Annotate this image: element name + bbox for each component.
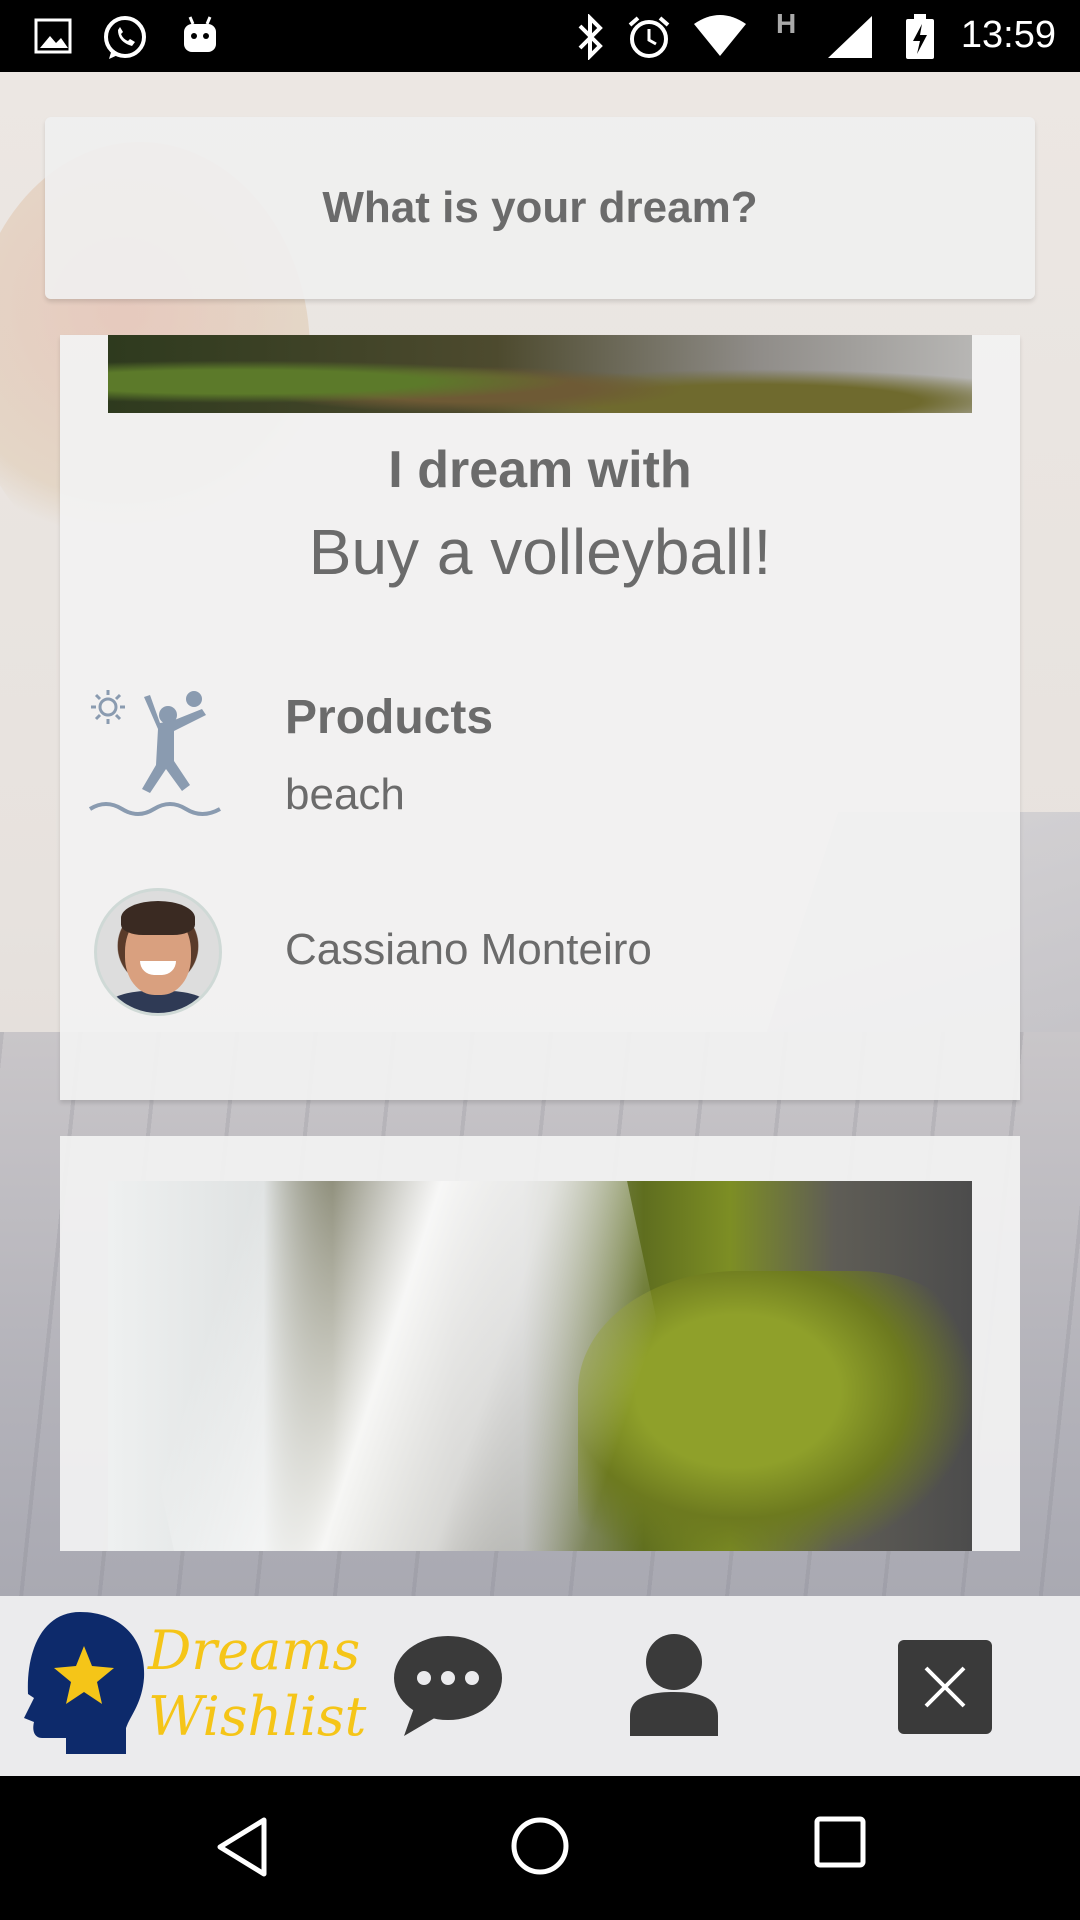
chat-icon[interactable] <box>392 1634 504 1736</box>
wifi-icon <box>694 15 746 56</box>
category-label: Products <box>285 691 494 744</box>
category-value: beach <box>285 770 405 819</box>
logo-line-2: Wishlist <box>148 1685 367 1748</box>
bluetooth-icon <box>578 14 603 60</box>
alarm-icon <box>628 16 670 58</box>
whatsapp-icon <box>104 16 146 59</box>
back-icon[interactable] <box>214 1816 270 1878</box>
system-nav-bar <box>0 1776 1080 1920</box>
battery-charging-icon <box>906 14 934 59</box>
cell-signal-icon <box>828 16 872 58</box>
android-icon <box>184 16 216 52</box>
dream-search-prompt: What is your dream? <box>322 183 758 232</box>
waterfall-image <box>108 1181 972 1551</box>
dream-card[interactable]: I dream with Buy a volleyball! Products … <box>60 335 1020 1100</box>
dream-banner-image <box>108 335 972 413</box>
bottom-app-bar: Dreams Wishlist <box>0 1596 1080 1776</box>
profile-icon[interactable] <box>628 1632 720 1736</box>
beach-volleyball-icon <box>88 690 221 816</box>
user-avatar[interactable] <box>94 888 222 1016</box>
app-logo-text[interactable]: Dreams Wishlist <box>148 1618 366 1750</box>
recents-icon[interactable] <box>814 1816 866 1868</box>
image-icon <box>34 18 72 54</box>
dream-text: Buy a volleyball! <box>308 516 772 588</box>
signal-h-icon: H <box>776 8 797 39</box>
home-icon[interactable] <box>510 1816 570 1876</box>
status-bar: H 13:59 <box>0 0 1080 72</box>
user-name[interactable]: Cassiano Monteiro <box>285 925 652 975</box>
dream-card-title: I dream with <box>388 441 692 499</box>
close-icon <box>924 1666 966 1708</box>
close-button[interactable] <box>898 1640 992 1734</box>
status-time: 13:59 <box>960 14 1056 56</box>
dream-card-2[interactable] <box>60 1136 1020 1551</box>
logo-line-1: Dreams <box>148 1619 361 1682</box>
dream-search-card[interactable]: What is your dream? <box>45 117 1035 299</box>
logo-head-icon[interactable] <box>20 1608 148 1758</box>
